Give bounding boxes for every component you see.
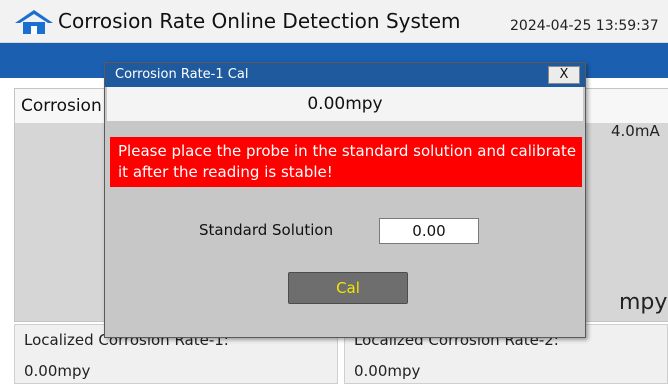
localized-rate-1-value: 0.00mpy xyxy=(24,362,91,380)
app-title: Corrosion Rate Online Detection System xyxy=(58,9,461,33)
dialog-title: Corrosion Rate-1 Cal xyxy=(115,67,249,82)
home-icon[interactable] xyxy=(14,9,54,35)
dialog-reading: 0.00mpy xyxy=(307,94,383,114)
cal-button[interactable]: Cal xyxy=(288,272,408,304)
close-button[interactable]: X xyxy=(548,66,580,84)
warning-message: Please place the probe in the standard s… xyxy=(118,142,577,181)
header-bar: Corrosion Rate Online Detection System 2… xyxy=(0,0,668,43)
datetime-display: 2024-04-25 13:59:37 xyxy=(510,18,659,34)
warning-message-box: Please place the probe in the standard s… xyxy=(110,137,582,187)
dialog-reading-box: 0.00mpy xyxy=(107,87,583,121)
unit-label: mpy xyxy=(619,290,668,315)
standard-solution-input[interactable] xyxy=(379,218,479,244)
current-reading: 4.0mA xyxy=(611,122,660,140)
localized-rate-2-value: 0.00mpy xyxy=(354,362,421,380)
calibration-dialog: Corrosion Rate-1 Cal X 0.00mpy Please pl… xyxy=(104,62,586,338)
standard-solution-label: Standard Solution xyxy=(199,221,334,239)
dialog-titlebar[interactable]: Corrosion Rate-1 Cal X xyxy=(105,63,585,87)
